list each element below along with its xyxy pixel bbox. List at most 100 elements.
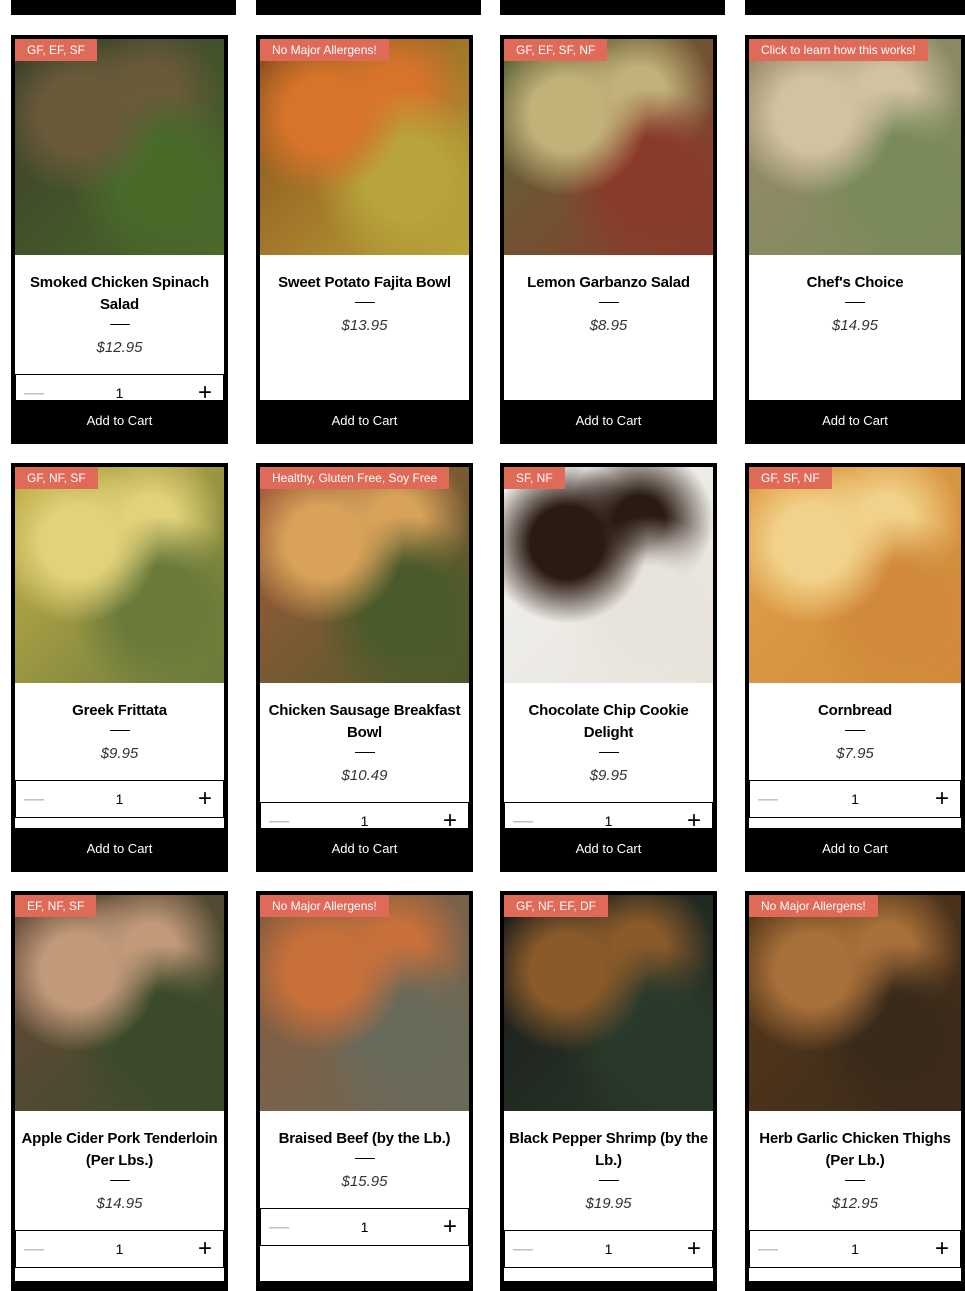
previous-row-card-edge (745, 0, 965, 15)
product-card[interactable]: GF, EF, SF, NF Lemon Garbanzo Salad $8.95 A… (500, 35, 717, 444)
minus-icon[interactable]: — (261, 811, 297, 831)
quantity-value[interactable]: 1 (361, 813, 369, 829)
title-divider (845, 730, 865, 731)
product-price: $19.95 (585, 1195, 632, 1212)
product-card[interactable]: EF, NF, SF Apple Cider Pork Tenderloin (P… (11, 891, 228, 1291)
minus-icon[interactable]: — (16, 383, 52, 403)
quantity-value[interactable]: 1 (605, 1241, 613, 1257)
product-image[interactable]: GF, EF, SF (15, 39, 224, 255)
product-title[interactable]: Chef's Choice (749, 255, 961, 294)
quantity-value[interactable]: 1 (361, 1219, 369, 1235)
product-title[interactable]: Braised Beef (by the Lb.) (260, 1111, 469, 1150)
product-card[interactable]: GF, EF, SF Smoked Chicken Spinach Salad $1… (11, 35, 228, 444)
product-price: $10.49 (341, 767, 388, 784)
minus-icon[interactable]: — (16, 789, 52, 809)
plus-icon[interactable]: + (676, 809, 712, 833)
product-title[interactable]: Lemon Garbanzo Salad (504, 255, 713, 294)
product-price: $13.95 (341, 317, 388, 334)
product-price: $12.95 (832, 1195, 878, 1212)
product-image[interactable]: No Major Allergens! (749, 895, 961, 1111)
product-image[interactable]: No Major Allergens! (260, 39, 469, 255)
product-title[interactable]: Cornbread (749, 683, 961, 722)
allergen-badge: GF, NF, EF, DF (504, 895, 609, 917)
product-card[interactable]: Healthy, Gluten Free, Soy Free Chicken Sa… (256, 463, 473, 872)
add-to-cart-button[interactable]: Add to Cart (749, 400, 961, 440)
minus-icon[interactable]: — (505, 1239, 541, 1259)
plus-icon[interactable]: + (676, 1237, 712, 1261)
quantity-value[interactable]: 1 (851, 791, 859, 807)
allergen-badge: GF, EF, SF, NF (504, 39, 608, 61)
product-title[interactable]: Chocolate Chip Cookie Delight (504, 683, 713, 744)
product-title[interactable]: Greek Frittata (15, 683, 224, 722)
product-image[interactable]: GF, NF, EF, DF (504, 895, 713, 1111)
allergen-badge: No Major Allergens! (749, 895, 878, 917)
product-card-body: Healthy, Gluten Free, Soy Free Chicken Sa… (260, 467, 469, 840)
product-card[interactable]: SF, NF Chocolate Chip Cookie Delight $9.95… (500, 463, 717, 872)
product-title[interactable]: Chicken Sausage Breakfast Bowl (260, 683, 469, 744)
product-title[interactable]: Apple Cider Pork Tenderloin (Per Lbs.) (15, 1111, 224, 1172)
product-image[interactable]: Healthy, Gluten Free, Soy Free (260, 467, 469, 683)
plus-icon[interactable]: + (432, 1215, 468, 1239)
quantity-stepper: — 1 + (504, 1230, 713, 1268)
product-image[interactable]: GF, SF, NF (749, 467, 961, 683)
product-card[interactable]: GF, NF, EF, DF Black Pepper Shrimp (by th… (500, 891, 717, 1291)
plus-icon[interactable]: + (187, 787, 223, 811)
minus-icon[interactable]: — (750, 1239, 786, 1259)
allergen-badge: SF, NF (504, 467, 565, 489)
title-divider (845, 1180, 865, 1181)
product-image[interactable]: GF, EF, SF, NF (504, 39, 713, 255)
minus-icon[interactable]: — (16, 1239, 52, 1259)
product-card-body: GF, EF, SF, NF Lemon Garbanzo Salad $8.95 (504, 39, 713, 400)
product-card-body: GF, NF, SF Greek Frittata $9.95 — 1 + (15, 467, 224, 828)
minus-icon[interactable]: — (505, 811, 541, 831)
product-title[interactable]: Smoked Chicken Spinach Salad (15, 255, 224, 316)
product-image[interactable]: SF, NF (504, 467, 713, 683)
title-divider (598, 302, 619, 303)
title-divider (354, 302, 375, 303)
plus-icon[interactable]: + (187, 381, 223, 405)
allergen-badge: GF, SF, NF (749, 467, 832, 489)
allergen-badge: Click to learn how this works! (749, 39, 928, 61)
allergen-badge: GF, NF, SF (15, 467, 98, 489)
product-card[interactable]: No Major Allergens! Herb Garlic Chicken T… (745, 891, 965, 1291)
product-image[interactable]: EF, NF, SF (15, 895, 224, 1111)
product-card[interactable]: No Major Allergens! Braised Beef (by the … (256, 891, 473, 1291)
product-title[interactable]: Sweet Potato Fajita Bowl (260, 255, 469, 294)
product-card[interactable]: GF, NF, SF Greek Frittata $9.95 — 1 + Add to C… (11, 463, 228, 872)
quantity-value[interactable]: 1 (116, 1241, 124, 1257)
minus-icon[interactable]: — (261, 1217, 297, 1237)
product-image[interactable]: No Major Allergens! (260, 895, 469, 1111)
previous-row-card-edge (256, 0, 481, 15)
add-to-cart-button[interactable]: Add to Cart (260, 400, 469, 440)
product-card-body: No Major Allergens! Braised Beef (by the … (260, 895, 469, 1281)
product-card-body: SF, NF Chocolate Chip Cookie Delight $9.95… (504, 467, 713, 840)
quantity-stepper: — 1 + (504, 802, 713, 840)
quantity-value[interactable]: 1 (851, 1241, 859, 1257)
quantity-stepper: — 1 + (15, 1230, 224, 1268)
add-to-cart-button[interactable]: Add to Cart (749, 828, 961, 868)
plus-icon[interactable]: + (924, 1237, 960, 1261)
product-card[interactable]: No Major Allergens! Sweet Potato Fajita B… (256, 35, 473, 444)
add-to-cart-button[interactable]: Add to Cart (504, 400, 713, 440)
allergen-badge: Healthy, Gluten Free, Soy Free (260, 467, 450, 489)
add-to-cart-button[interactable]: Add to Cart (15, 828, 224, 868)
quantity-stepper: — 1 + (15, 780, 224, 818)
plus-icon[interactable]: + (924, 787, 960, 811)
product-card[interactable]: GF, SF, NF Cornbread $7.95 — 1 + Add to Cart (745, 463, 965, 872)
quantity-value[interactable]: 1 (605, 813, 613, 829)
product-title[interactable]: Herb Garlic Chicken Thighs (Per Lb.) (749, 1111, 961, 1172)
product-title[interactable]: Black Pepper Shrimp (by the Lb.) (504, 1111, 713, 1172)
quantity-stepper: — 1 + (749, 780, 961, 818)
product-image[interactable]: Click to learn how this works! (749, 39, 961, 255)
product-price: $7.95 (836, 745, 874, 762)
quantity-stepper: — 1 + (749, 1230, 961, 1268)
plus-icon[interactable]: + (187, 1237, 223, 1261)
product-image[interactable]: GF, NF, SF (15, 467, 224, 683)
quantity-stepper: — 1 + (260, 1208, 469, 1246)
product-card[interactable]: Click to learn how this works! Chef's Cho… (745, 35, 965, 444)
quantity-value[interactable]: 1 (116, 385, 124, 401)
quantity-stepper: — 1 + (260, 802, 469, 840)
plus-icon[interactable]: + (432, 809, 468, 833)
minus-icon[interactable]: — (750, 789, 786, 809)
quantity-value[interactable]: 1 (116, 791, 124, 807)
